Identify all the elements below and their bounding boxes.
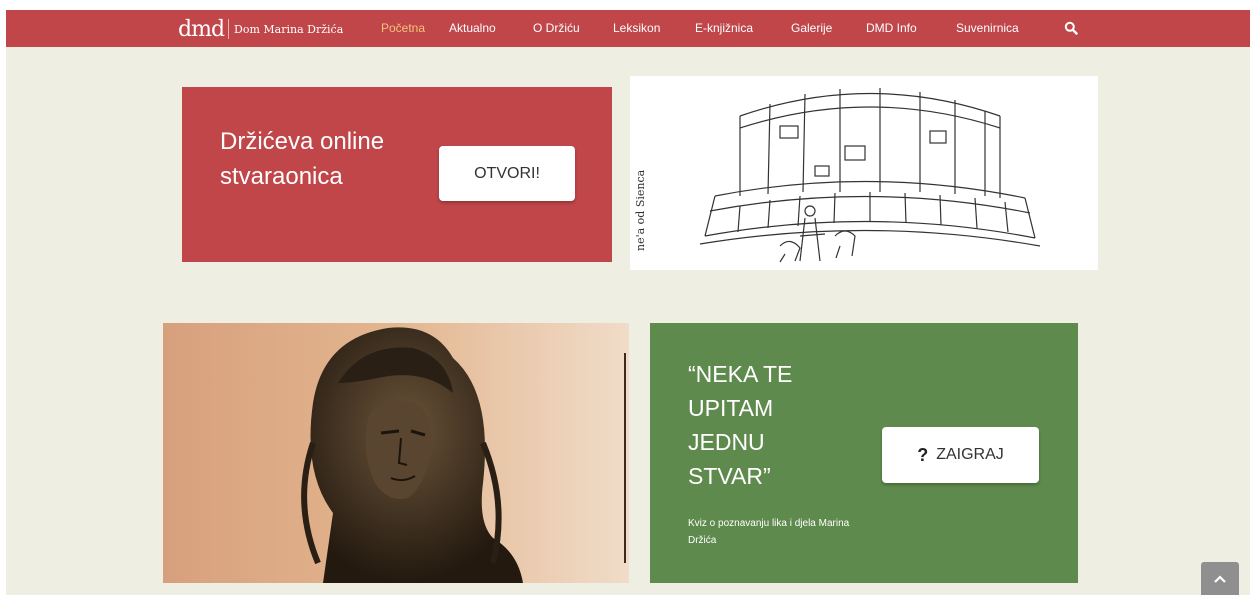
site-logo[interactable]: dmd Dom Marina Držića <box>178 14 343 44</box>
logo-name: Dom Marina Držića <box>234 22 344 36</box>
statue-photo[interactable] <box>163 323 629 583</box>
nav-item-dmd-info[interactable]: DMD Info <box>866 21 917 35</box>
sketch-drawing: ne'a od Sienca <box>634 88 1041 263</box>
question-mark-icon: ? <box>917 444 929 465</box>
nav-item-leksikon[interactable]: Leksikon <box>613 21 660 35</box>
scroll-to-top-button[interactable] <box>1201 562 1239 595</box>
quiz-card: “NEKA TE UPITAM JEDNU STVAR” ? ZAIGRAJ K… <box>650 323 1078 583</box>
nav-item-pocetna[interactable]: Početna <box>381 21 425 35</box>
theatre-sketch-image[interactable]: ne'a od Sienca <box>630 76 1098 270</box>
search-icon[interactable] <box>1064 21 1078 35</box>
logo-mark: dmd <box>178 16 225 42</box>
nav-item-e-knjiznica[interactable]: E-knjižnica <box>695 21 753 35</box>
top-navigation-bar: dmd Dom Marina Držića Početna Aktualno O… <box>6 10 1250 47</box>
play-button[interactable]: ? ZAIGRAJ <box>882 427 1039 483</box>
chevron-up-icon <box>1214 575 1226 583</box>
online-workshop-card: Držićeva online stvaraonica OTVORI! <box>182 87 612 262</box>
nav-item-aktualno[interactable]: Aktualno <box>449 21 496 35</box>
workshop-heading: Držićeva online stvaraonica <box>220 128 385 190</box>
quiz-heading: “NEKA TE UPITAM JEDNU STVAR” <box>688 361 793 489</box>
quiz-description: Kviz o poznavanju lika i djela Marina Dr… <box>688 518 850 546</box>
page: dmd Dom Marina Držića Početna Aktualno O… <box>6 10 1250 595</box>
nav-item-suvenirnica[interactable]: Suvenirnica <box>956 21 1019 35</box>
play-button-label: ZAIGRAJ <box>936 446 1004 463</box>
sketch-caption: ne'a od Sienca <box>634 169 647 251</box>
nav-item-o-drzicu[interactable]: O Držiću <box>533 21 580 35</box>
nav-item-galerije[interactable]: Galerije <box>791 21 832 35</box>
logo-divider <box>228 19 230 39</box>
statue-image <box>163 323 629 583</box>
open-button[interactable]: OTVORI! <box>439 146 575 201</box>
